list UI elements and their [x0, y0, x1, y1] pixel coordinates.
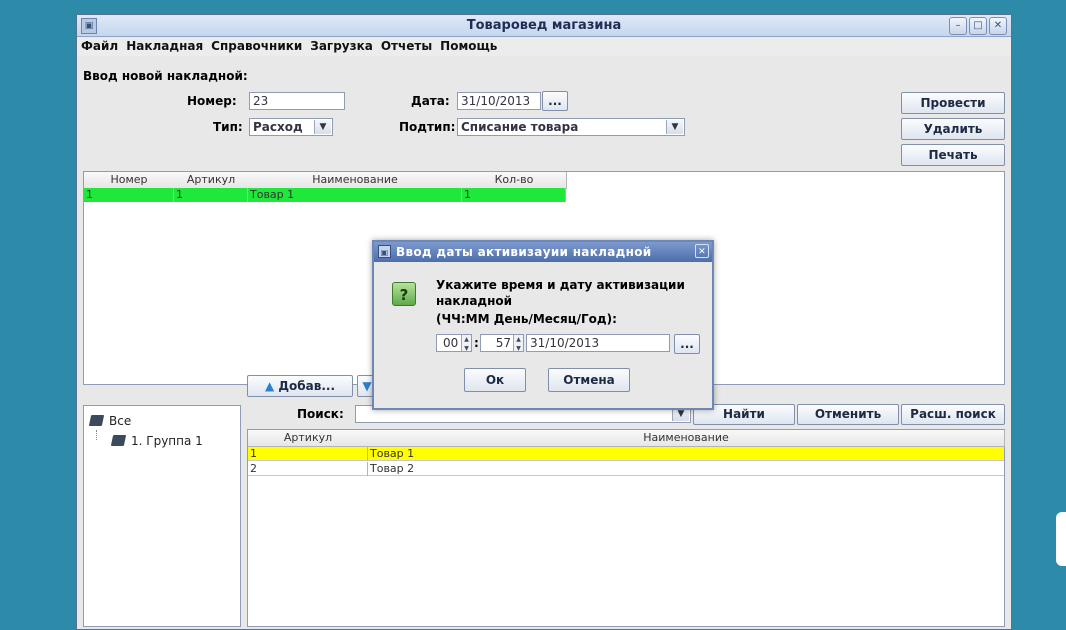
tree-node-group-1[interactable]: 1. Группа 1	[110, 434, 203, 448]
add-button[interactable]: ▲ Добав...	[247, 375, 353, 397]
subtype-select[interactable]: Списание товара ▼	[457, 118, 685, 136]
dialog-titlebar[interactable]: ▣ Ввод даты активизауии накладной ✕	[374, 242, 712, 262]
date-label: Дата:	[411, 94, 450, 108]
group-tree[interactable]: Все 1. Группа 1	[83, 405, 241, 627]
menu-help[interactable]: Помощь	[436, 38, 501, 53]
column-header-qty[interactable]: Кол-во	[462, 172, 567, 189]
cancel-search-button[interactable]: Отменить	[797, 404, 899, 425]
menu-references[interactable]: Справочники	[207, 38, 306, 53]
minutes-value: 57	[495, 336, 511, 350]
minutes-spinner[interactable]: 57 ▲ ▼	[480, 334, 524, 352]
date-picker-button[interactable]: ...	[542, 91, 568, 111]
cell-name: Товар 1	[370, 447, 415, 460]
question-icon: ?	[392, 282, 416, 306]
dialog-message-line3: (ЧЧ:ММ День/Месяц/Год):	[436, 312, 617, 326]
tree-connector	[96, 430, 97, 440]
cell-name: Товар 1	[248, 188, 462, 202]
table-row[interactable]: 1 1 Товар 1 1	[84, 188, 566, 202]
column-header-name[interactable]: Наименование	[248, 172, 463, 189]
subtype-label: Подтип:	[399, 120, 456, 134]
dialog-cancel-button[interactable]: Отмена	[548, 368, 630, 392]
type-label: Тип:	[213, 120, 243, 134]
maximize-icon[interactable]: □	[969, 17, 987, 35]
cell-name: Товар 2	[370, 462, 415, 475]
column-header-article[interactable]: Артикул	[174, 172, 249, 189]
dialog-title: Ввод даты активизауии накладной	[396, 245, 652, 259]
menu-bar: Файл Накладная Справочники Загрузка Отчеты По…	[77, 38, 1011, 56]
tree-node-all[interactable]: Все	[88, 414, 132, 428]
menu-file[interactable]: Файл	[77, 38, 122, 53]
window-titlebar[interactable]: ▣ Товаровед магазина – □ ✕	[77, 15, 1011, 37]
add-button-label: Добав...	[278, 379, 336, 393]
goods-table[interactable]: Артикул Наименование 1 Товар 1 2 Товар 2	[247, 429, 1005, 627]
section-title: Ввод новой накладной:	[83, 69, 248, 83]
dialog-message-line1: Укажите время и дату активизации	[436, 278, 685, 292]
spinner-arrows-icon[interactable]: ▲ ▼	[513, 335, 523, 351]
table-row[interactable]: 2 Товар 2	[248, 462, 1004, 476]
column-header-name[interactable]: Наименование	[368, 430, 1005, 447]
close-icon[interactable]: ✕	[695, 244, 709, 258]
window-title: Товаровед магазина	[466, 18, 622, 33]
tree-node-label: Все	[109, 414, 132, 428]
close-icon[interactable]: ✕	[989, 17, 1007, 35]
side-panel-tab[interactable]	[1056, 512, 1066, 566]
cell-number: 1	[84, 188, 174, 202]
chevron-down-icon[interactable]: ▼	[666, 120, 683, 134]
number-label: Номер:	[187, 94, 237, 108]
tree-node-label: 1. Группа 1	[131, 434, 203, 448]
cell-article: 1	[174, 188, 248, 202]
number-input[interactable]: 23	[249, 92, 345, 110]
type-select[interactable]: Расход ▼	[249, 118, 333, 136]
triangle-down-icon: ▼	[362, 379, 372, 393]
folder-icon	[110, 435, 127, 446]
dialog-message-line2: накладной	[436, 294, 513, 308]
type-select-value: Расход	[253, 120, 303, 134]
hours-value: 00	[443, 336, 459, 350]
dialog-date-picker-button[interactable]: ...	[674, 334, 700, 354]
cell-qty: 1	[462, 188, 566, 202]
app-icon: ▣	[378, 245, 391, 258]
folder-icon	[88, 415, 105, 426]
search-label: Поиск:	[297, 407, 344, 421]
menu-load[interactable]: Загрузка	[306, 38, 377, 53]
subtype-select-value: Списание товара	[461, 120, 579, 134]
cell-article: 1	[248, 447, 368, 461]
column-header-number[interactable]: Номер	[84, 172, 175, 189]
spinner-arrows-icon[interactable]: ▲ ▼	[461, 335, 471, 351]
date-input[interactable]: 31/10/2013	[457, 92, 541, 110]
print-button[interactable]: Печать	[901, 144, 1005, 166]
minimize-icon[interactable]: –	[949, 17, 967, 35]
cell-article: 2	[248, 462, 368, 476]
triangle-up-icon: ▲	[264, 379, 275, 393]
table-row[interactable]: 1 Товар 1	[248, 447, 1004, 461]
time-separator: :	[474, 336, 479, 350]
post-button[interactable]: Провести	[901, 92, 1005, 114]
menu-reports[interactable]: Отчеты	[377, 38, 436, 53]
dialog-date-input[interactable]: 31/10/2013	[526, 334, 670, 352]
chevron-down-icon[interactable]: ▼	[314, 120, 331, 134]
menu-invoice[interactable]: Накладная	[122, 38, 207, 53]
hours-spinner[interactable]: 00 ▲ ▼	[436, 334, 472, 352]
column-header-article[interactable]: Артикул	[248, 430, 369, 447]
advanced-search-button[interactable]: Расш. поиск	[901, 404, 1005, 425]
ok-button[interactable]: Ок	[464, 368, 526, 392]
delete-button[interactable]: Удалить	[901, 118, 1005, 140]
activation-date-dialog: ▣ Ввод даты активизауии накладной ✕ ? Ук…	[372, 240, 714, 410]
